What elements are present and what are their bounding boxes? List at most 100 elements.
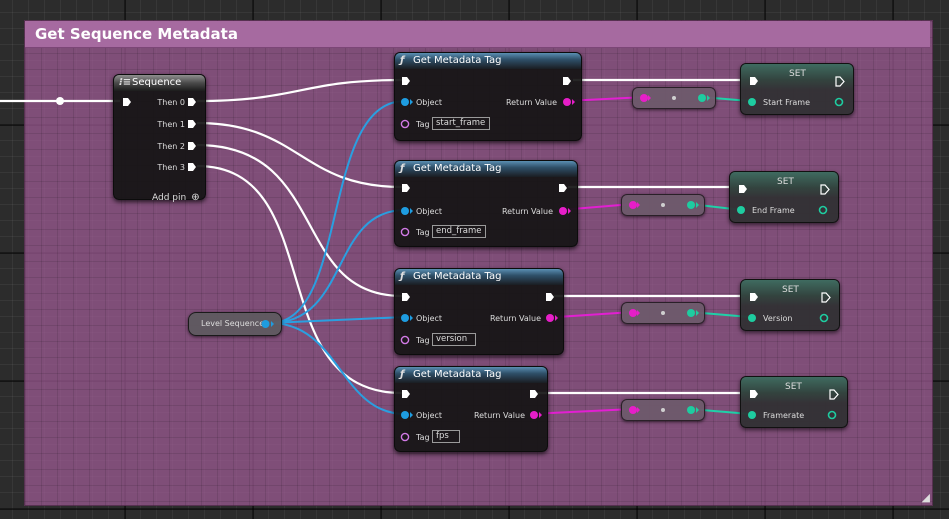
object-in-pin[interactable] <box>400 313 414 323</box>
get-metadata-tag-node-2[interactable]: ƒ Get Metadata Tag Object Return Value T… <box>394 160 578 247</box>
exec-wire-then0[interactable] <box>196 78 403 103</box>
set-variable-label: Start Frame <box>763 98 811 107</box>
conversion-dot-icon <box>661 311 665 315</box>
string-in-pin[interactable] <box>628 308 640 318</box>
get-metadata-tag-node-1[interactable]: ƒ Get Metadata Tag Object Return Value T… <box>394 52 582 141</box>
exec-out-pin[interactable] <box>820 184 830 195</box>
string-in-pin[interactable] <box>628 405 640 415</box>
metadata-node-header[interactable]: ƒ Get Metadata Tag <box>395 367 547 383</box>
conversion-node-3[interactable] <box>621 302 705 324</box>
set-title: SET <box>777 177 794 187</box>
tag-in-pin[interactable] <box>400 227 414 237</box>
exec-in-pin[interactable] <box>401 389 411 399</box>
object-label: Object <box>416 314 443 323</box>
return-value-pin[interactable] <box>545 313 559 323</box>
var-out-pin[interactable] <box>697 93 711 103</box>
metadata-node-header[interactable]: ƒ Get Metadata Tag <box>395 161 577 177</box>
var-in-pin[interactable] <box>747 410 757 420</box>
object-in-pin[interactable] <box>400 410 414 420</box>
conversion-node-4[interactable] <box>621 399 705 421</box>
tag-value-field[interactable]: end_frame <box>432 225 486 238</box>
level-sequence-variable[interactable]: Level Sequence <box>188 312 282 336</box>
reroute-knot[interactable] <box>56 97 64 105</box>
blueprint-graph-canvas[interactable]: Get Sequence Metadata ◢ ⁝≡ Sequence Then… <box>0 0 949 519</box>
exec-out-pin-2[interactable] <box>187 141 197 151</box>
level-sequence-out-pin[interactable] <box>261 319 275 329</box>
set-framerate-node[interactable]: SET Framerate <box>740 376 848 428</box>
sequence-icon: ⁝≡ <box>119 77 132 88</box>
set-variable-label: End Frame <box>752 206 795 215</box>
exec-out-pin[interactable] <box>562 76 572 86</box>
add-pin-button[interactable]: Add pin ⊕ <box>152 185 200 203</box>
var-out-pin[interactable] <box>827 410 837 420</box>
exec-in-pin[interactable] <box>738 184 748 194</box>
function-icon: ƒ <box>400 369 405 380</box>
sequence-node-header[interactable]: ⁝≡ Sequence <box>114 75 205 91</box>
var-out-pin[interactable] <box>819 313 829 323</box>
object-wire-1[interactable] <box>269 100 406 324</box>
tag-value-field[interactable]: version <box>432 333 476 346</box>
exec-out-pin-0[interactable] <box>187 97 197 107</box>
tag-in-pin[interactable] <box>400 335 414 345</box>
exec-out-pin[interactable] <box>835 76 845 87</box>
var-out-pin[interactable] <box>834 97 844 107</box>
return-value-pin[interactable] <box>562 97 576 107</box>
exec-wire-then1[interactable] <box>196 121 403 189</box>
exec-in-pin[interactable] <box>749 76 759 86</box>
set-end-frame-node[interactable]: SET End Frame <box>729 171 839 223</box>
string-in-pin[interactable] <box>639 93 651 103</box>
tag-value-field[interactable]: start_frame <box>432 117 490 130</box>
object-label: Object <box>416 207 443 216</box>
return-value-pin[interactable] <box>529 410 543 420</box>
var-in-pin[interactable] <box>736 205 746 215</box>
exec-in-pin[interactable] <box>749 389 759 399</box>
var-in-pin[interactable] <box>747 313 757 323</box>
set-variable-label: Version <box>763 314 793 323</box>
get-metadata-tag-node-4[interactable]: ƒ Get Metadata Tag Object Return Value T… <box>394 366 548 452</box>
tag-value-field[interactable]: fps <box>432 430 460 443</box>
var-out-pin[interactable] <box>686 405 700 415</box>
then-3-label: Then 3 <box>157 163 185 172</box>
exec-out-pin[interactable] <box>821 292 831 303</box>
exec-out-pin[interactable] <box>545 292 555 302</box>
exec-in-pin[interactable] <box>122 97 132 107</box>
object-label: Object <box>416 411 443 420</box>
tag-in-pin[interactable] <box>400 432 414 442</box>
object-wire-2[interactable] <box>269 209 406 324</box>
var-in-pin[interactable] <box>747 97 757 107</box>
conversion-node-2[interactable] <box>621 194 705 216</box>
exec-out-pin[interactable] <box>829 389 839 400</box>
metadata-node-header[interactable]: ƒ Get Metadata Tag <box>395 269 563 285</box>
object-in-pin[interactable] <box>400 206 414 216</box>
object-in-pin[interactable] <box>400 97 414 107</box>
exec-out-pin[interactable] <box>529 389 539 399</box>
exec-in-pin[interactable] <box>401 292 411 302</box>
set-version-node[interactable]: SET Version <box>740 279 840 331</box>
return-value-pin[interactable] <box>558 206 572 216</box>
add-pin-icon: ⊕ <box>191 192 200 203</box>
get-metadata-tag-node-3[interactable]: ƒ Get Metadata Tag Object Return Value T… <box>394 268 564 355</box>
sequence-node[interactable]: ⁝≡ Sequence Then 0 Then 1 Then 2 Then 3 … <box>113 74 206 203</box>
conversion-dot-icon <box>672 96 676 100</box>
return-value-label: Return Value <box>473 411 525 420</box>
exec-out-pin[interactable] <box>558 183 568 193</box>
metadata-node-header[interactable]: ƒ Get Metadata Tag <box>395 53 581 69</box>
tag-in-pin[interactable] <box>400 119 414 129</box>
string-in-pin[interactable] <box>628 200 640 210</box>
then-2-label: Then 2 <box>157 142 185 151</box>
var-out-pin[interactable] <box>686 308 700 318</box>
sequence-title: Sequence <box>132 77 182 88</box>
exec-in-pin[interactable] <box>401 183 411 193</box>
conversion-dot-icon <box>661 408 665 412</box>
var-out-pin[interactable] <box>818 205 828 215</box>
exec-out-pin-3[interactable] <box>187 162 197 172</box>
function-icon: ƒ <box>400 271 405 282</box>
return-value-label: Return Value <box>489 314 541 323</box>
exec-in-pin[interactable] <box>401 76 411 86</box>
exec-wire-then3[interactable] <box>196 164 403 395</box>
exec-out-pin-1[interactable] <box>187 119 197 129</box>
conversion-node-1[interactable] <box>632 87 716 109</box>
set-start-frame-node[interactable]: SET Start Frame <box>740 63 854 115</box>
exec-in-pin[interactable] <box>749 292 759 302</box>
var-out-pin[interactable] <box>686 200 700 210</box>
